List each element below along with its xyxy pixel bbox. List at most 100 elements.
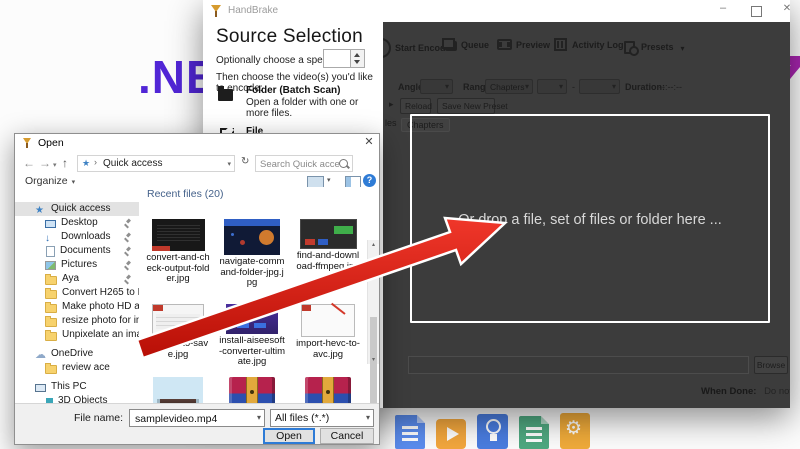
toolbar-item-presets[interactable]: Presets: [622, 38, 685, 56]
source-option-folder-batch-scan[interactable]: Folder (Batch Scan)Open a folder with on…: [218, 85, 379, 119]
file-item-navigate-command-folder-jpg-jpg[interactable]: navigate-command-folder-jpg.jpg: [219, 219, 285, 289]
file-list-scrollbar[interactable]: [367, 240, 379, 364]
close-icon[interactable]: [779, 3, 795, 19]
title-number-stepper[interactable]: [350, 49, 365, 68]
sidebar-item-this-pc[interactable]: This PC: [15, 380, 139, 394]
sidebar-item-resize-photo-for-instag[interactable]: resize photo for instag: [15, 314, 139, 328]
refresh-icon[interactable]: [241, 156, 249, 167]
chevron-down-icon[interactable]: [227, 160, 231, 168]
start-encode-icon: [383, 38, 391, 58]
organize-menu[interactable]: Organize: [25, 175, 75, 187]
cancel-button[interactable]: Cancel: [320, 428, 374, 444]
file-item[interactable]: [295, 377, 361, 404]
pin-icon: [124, 261, 132, 269]
open-button[interactable]: Open: [263, 428, 315, 444]
sidebar-item-onedrive[interactable]: OneDrive: [15, 347, 139, 361]
browse-button[interactable]: Browse: [754, 356, 788, 374]
destination-field[interactable]: [408, 356, 749, 374]
scroll-up-icon[interactable]: [368, 241, 379, 248]
play-icon[interactable]: [436, 419, 466, 449]
file-item-label: import-hevc-to-avc.jpg: [295, 339, 361, 360]
file-item-find-and-download-ffmpeg-jpg[interactable]: find-and-download-ffmpeg.jpg: [295, 219, 361, 272]
breadcrumb[interactable]: Quick access: [77, 155, 235, 172]
save-new-preset-button[interactable]: Save New Preset: [437, 98, 495, 114]
range-end-dropdown[interactable]: [579, 79, 620, 94]
file-item[interactable]: [219, 377, 285, 404]
sidebar-item-documents[interactable]: Documents: [15, 244, 139, 258]
help-icon[interactable]: [363, 174, 376, 187]
green-doc-icon[interactable]: [519, 416, 549, 449]
back-icon[interactable]: [23, 156, 35, 170]
reload-button[interactable]: Reload: [400, 98, 431, 114]
file-item-convert-to-save-jpg[interactable]: convert-to-save.jpg: [145, 304, 211, 360]
scrollbar-thumb[interactable]: [370, 317, 377, 411]
pin-icon: [124, 275, 132, 283]
sidebar-item-review-ace[interactable]: review ace: [15, 361, 139, 375]
spin-down-icon[interactable]: [354, 60, 360, 64]
lightbulb-icon[interactable]: [477, 414, 508, 449]
history-chevron-icon[interactable]: [53, 161, 57, 169]
close-icon[interactable]: [360, 135, 378, 151]
file-item-label: find-and-download-ffmpeg.jpg: [295, 251, 361, 272]
toolbar-item-activity-log[interactable]: Activity Log: [553, 38, 624, 51]
range-start-dropdown[interactable]: [537, 79, 567, 94]
sidebar-item-label: Aya: [62, 272, 79, 286]
desktop-icon: [45, 220, 56, 228]
breadcrumb-location: Quick access: [103, 158, 162, 169]
file-item-label: navigate-command-folder-jpg.jpg: [219, 257, 285, 289]
file-type-value: All files (*.*): [275, 412, 329, 424]
file-item[interactable]: [145, 377, 211, 404]
file-list: Recent files (20) convert-and-check-outp…: [139, 187, 367, 404]
range-type-dropdown[interactable]: Chapters: [485, 79, 533, 94]
sidebar-item-pictures[interactable]: Pictures: [15, 258, 139, 272]
handbrake-main-ui: Start EncodeQueue PreviewActivity LogPres…: [383, 22, 790, 408]
sidebar-item-make-photo-hd-article[interactable]: Make photo HD article: [15, 300, 139, 314]
minimize-icon[interactable]: [715, 2, 731, 18]
search-box[interactable]: [255, 155, 353, 172]
toolbar-item-start-encode[interactable]: Start Encode: [383, 38, 451, 58]
sidebar-item-quick-access[interactable]: Quick access: [15, 202, 139, 216]
when-done-dropdown[interactable]: Do nothing: [764, 386, 790, 397]
file-item-import-hevc-to-avc-jpg[interactable]: import-hevc-to-avc.jpg: [295, 304, 361, 360]
folder-icon: [45, 318, 57, 327]
handbrake-app-icon: [210, 4, 222, 18]
source-option-text: Folder (Batch Scan)Open a folder with on…: [246, 85, 379, 119]
sidebar-item-label: This PC: [51, 380, 87, 394]
file-item-convert-and-check-output-folder-jpg[interactable]: convert-and-check-output-folder.jpg: [145, 219, 211, 285]
duration-value: --:--:--: [659, 82, 682, 92]
file-name-input[interactable]: [133, 411, 252, 427]
gear-icon[interactable]: [560, 413, 590, 449]
up-icon[interactable]: [62, 156, 68, 170]
toolbar-item-queue[interactable]: Queue: [442, 38, 489, 51]
toolbar-item-preview[interactable]: Preview: [497, 38, 550, 51]
maximize-icon[interactable]: [751, 6, 762, 17]
when-done-row: When Done: Do nothing: [701, 386, 790, 397]
angle-dropdown[interactable]: [420, 79, 453, 94]
sidebar-item-downloads[interactable]: Downloads: [15, 230, 139, 244]
scroll-down-icon[interactable]: [368, 356, 379, 363]
file-name-combo[interactable]: [129, 409, 265, 427]
file-item-install-aiseesoft-converter-ultimate-jpg[interactable]: install-aiseesoft-converter-ultimate.jpg: [219, 304, 285, 368]
title-number-input[interactable]: [323, 49, 351, 68]
sidebar-item-convert-h265-to-h264[interactable]: Convert H265 to H264: [15, 286, 139, 300]
blue-doc-icon[interactable]: [395, 415, 425, 449]
source-selection-heading: Source Selection: [216, 26, 363, 48]
handbrake-titlebar: HandBrake: [203, 0, 790, 23]
cloud-icon: [35, 349, 46, 359]
forward-icon[interactable]: [39, 156, 51, 170]
file-type-dropdown[interactable]: All files (*.*): [270, 409, 374, 427]
tab-les[interactable]: les: [385, 118, 397, 128]
sidebar-item-desktop[interactable]: Desktop: [15, 216, 139, 230]
handbrake-window-title: HandBrake: [228, 5, 278, 16]
spin-up-icon[interactable]: [354, 53, 360, 57]
file-item-label: install-aiseesoft-converter-ultimate.jpg: [219, 336, 285, 368]
star-icon: [35, 204, 46, 214]
chevron-down-icon[interactable]: [257, 413, 261, 422]
file-thumbnail: [229, 377, 275, 404]
sidebar-item-aya[interactable]: Aya: [15, 272, 139, 286]
drop-zone[interactable]: Or drop a file, set of files or folder h…: [410, 114, 770, 323]
screen: .NET 7 HandBrake Source Selection Option…: [0, 0, 800, 449]
sidebar-item-unpixelate-an-image[interactable]: Unpixelate an image: [15, 328, 139, 342]
sidebar-item-label: review ace: [62, 361, 110, 375]
search-input[interactable]: [258, 156, 342, 173]
